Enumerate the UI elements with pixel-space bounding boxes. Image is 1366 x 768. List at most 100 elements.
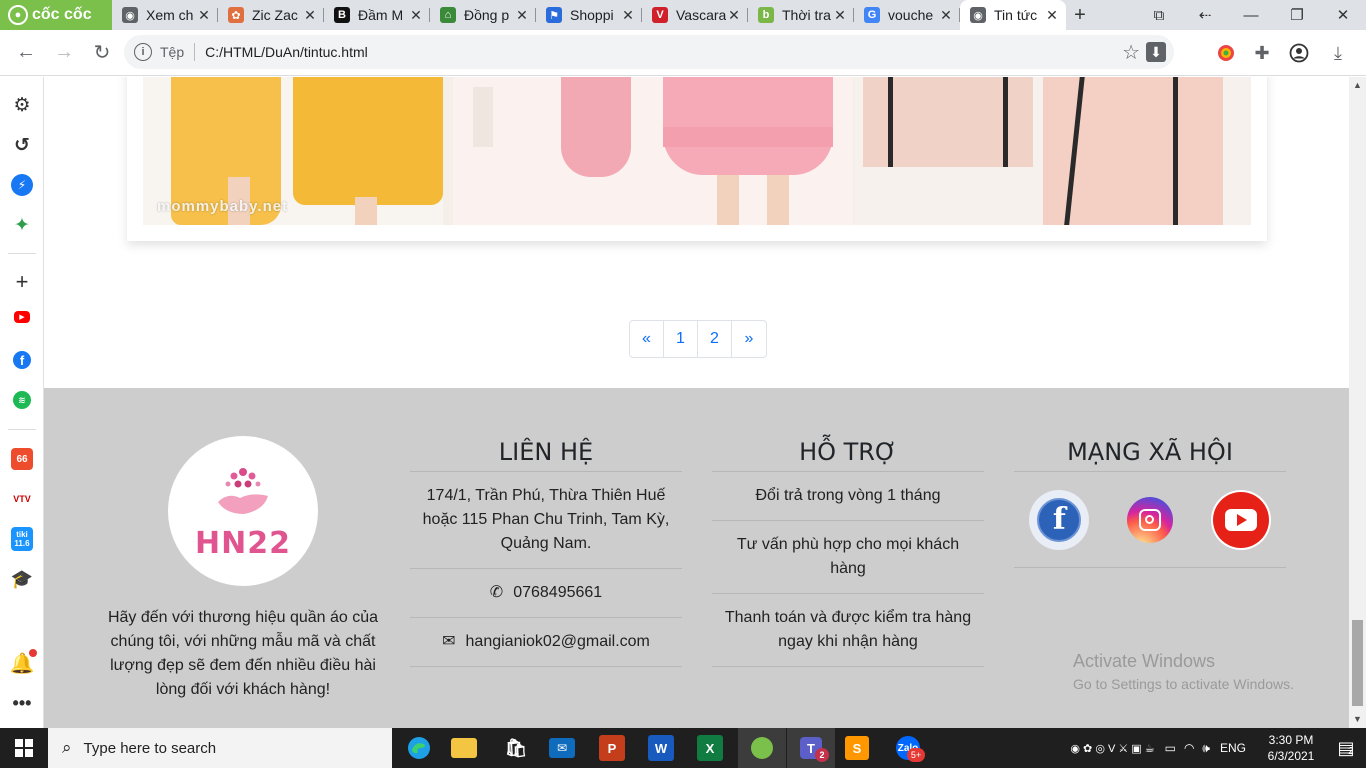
activate-windows-watermark: Activate Windows Go to Settings to activ… (1073, 651, 1294, 692)
tab-close-icon[interactable]: ✕ (832, 7, 848, 24)
pagination-page-2[interactable]: 2 (698, 321, 732, 357)
address-bar[interactable]: i Tệp C:/HTML/DuAn/tintuc.html ☆ ⬇ (124, 35, 1174, 69)
tray-app-icons[interactable]: ◉ ✿ ◎ V ⚔ ▣ ☕ (1070, 742, 1154, 755)
brand-logo[interactable]: HN22 (168, 436, 318, 586)
tiki-icon[interactable]: tiki 11.6 (11, 527, 33, 551)
taskbar-search[interactable]: ⌕ Type here to search (48, 728, 392, 768)
url-text[interactable]: C:/HTML/DuAn/tintuc.html (205, 44, 368, 60)
tab-close-icon[interactable]: ✕ (408, 7, 424, 24)
messenger-icon[interactable]: ⚡ (11, 174, 33, 196)
vtv-icon[interactable]: VTV (11, 488, 33, 510)
coccoc-taskbar-button[interactable] (738, 728, 786, 768)
more-icon[interactable]: ••• (11, 692, 33, 714)
add-icon[interactable]: + (11, 269, 33, 294)
pink-dress-big (663, 77, 833, 175)
edge-icon[interactable] (403, 732, 435, 764)
clock-time: 3:30 PM (1268, 733, 1314, 747)
wifi-icon[interactable]: ◠ (1184, 741, 1194, 755)
history-icon[interactable]: ↺ (11, 134, 33, 156)
game-icon[interactable]: ✦ (11, 214, 33, 236)
clock[interactable]: 3:30 PM 6/3/2021 (1256, 732, 1326, 764)
logo-text: HN22 (195, 525, 291, 561)
browser-tab[interactable]: ◉ Tin tức ✕ (960, 0, 1066, 30)
tab-close-icon[interactable]: ✕ (302, 7, 318, 24)
facebook-icon[interactable]: f (1029, 489, 1090, 550)
shopee-icon[interactable]: 66 (11, 448, 33, 470)
spotify-icon[interactable]: ≋ (13, 391, 31, 409)
page-scrollbar[interactable]: ▲ ▼ (1349, 77, 1366, 728)
tab-close-icon[interactable]: ✕ (514, 7, 530, 24)
downloads-icon[interactable]: ⤓ (1326, 41, 1350, 65)
tab-close-icon[interactable]: ✕ (620, 7, 636, 24)
tiki-sub-label: 11.6 (14, 539, 30, 548)
browser-tab[interactable]: ⌂ Đồng p ✕ (430, 0, 536, 30)
extensions-puzzle-icon[interactable]: ✚ (1250, 41, 1274, 65)
pagination-next[interactable]: » (732, 321, 766, 357)
maximize-button[interactable]: ❐ (1274, 6, 1320, 24)
file-explorer-icon[interactable] (451, 738, 477, 758)
scroll-down-arrow-icon[interactable]: ▼ (1349, 711, 1366, 728)
profile-icon[interactable] (1287, 41, 1311, 65)
powerpoint-icon[interactable]: P (599, 735, 625, 761)
pagination-prev[interactable]: « (630, 321, 664, 357)
youtube-icon[interactable]: ▶ (14, 311, 30, 323)
back-button[interactable]: ← (8, 35, 44, 71)
contact-email[interactable]: hangianiok02@gmail.com (466, 630, 650, 654)
tab-search-icon[interactable]: ⧉ (1136, 7, 1182, 24)
contact-phone[interactable]: 0768495661 (513, 581, 602, 605)
tab-title: vouche (888, 7, 934, 23)
savior-download-icon[interactable]: ⬇ (1146, 42, 1166, 62)
volume-icon[interactable]: 🕪 (1202, 741, 1210, 756)
support-title: HỖ TRỢ (712, 436, 984, 472)
coccoc-extension-icon[interactable] (1214, 41, 1238, 65)
scroll-thumb[interactable] (1352, 620, 1363, 706)
pagination-page-1[interactable]: 1 (664, 321, 698, 357)
coccoc-brand[interactable]: ● cốc cốc (0, 0, 112, 30)
pink-dress-small (561, 77, 631, 177)
close-window-button[interactable]: ✕ (1320, 6, 1366, 24)
start-button[interactable] (0, 728, 48, 768)
store-icon[interactable]: 🛍 (500, 732, 532, 764)
tab-title: Đồng p (464, 7, 510, 23)
language-indicator[interactable]: ENG (1220, 741, 1246, 755)
new-tab-button[interactable]: + (1066, 0, 1094, 30)
edu-icon[interactable]: 🎓 (11, 568, 33, 590)
scroll-up-arrow-icon[interactable]: ▲ (1349, 77, 1366, 94)
browser-tab[interactable]: b Thời tra ✕ (748, 0, 854, 30)
info-icon[interactable]: i (134, 43, 152, 61)
mail-icon[interactable]: ✉ (549, 738, 575, 758)
excel-icon[interactable]: X (697, 735, 723, 761)
bookmark-star-icon[interactable]: ☆ (1122, 40, 1140, 65)
tab-close-icon[interactable]: ✕ (1044, 7, 1060, 24)
notification-center-button[interactable]: ▤ 2 (1326, 738, 1366, 759)
browser-tab[interactable]: B Đầm M ✕ (324, 0, 430, 30)
teams-taskbar-button[interactable]: T 2 (787, 728, 835, 768)
browser-tab[interactable]: ✿ Zic Zac ✕ (218, 0, 324, 30)
youtube-icon[interactable] (1210, 489, 1271, 550)
browser-tab[interactable]: Gvouche ✕ (854, 0, 960, 30)
sidebar-divider (8, 429, 36, 430)
photo-watermark: mommybaby.net (157, 198, 289, 215)
tab-close-icon[interactable]: ✕ (196, 7, 212, 24)
facebook-icon[interactable]: f (13, 351, 31, 369)
forward-button[interactable]: → (46, 35, 82, 71)
browser-tab[interactable]: ◉ Xem ch ✕ (112, 0, 218, 30)
browser-tab[interactable]: V Vascara ✕ (642, 0, 748, 30)
browser-tab[interactable]: ⚑ Shoppi ✕ (536, 0, 642, 30)
back-tab-icon[interactable]: ⇠ (1182, 6, 1228, 24)
leg (767, 175, 789, 225)
tab-close-icon[interactable]: ✕ (726, 7, 742, 24)
battery-icon[interactable]: ▭ (1165, 741, 1176, 755)
minimize-button[interactable]: — (1228, 7, 1274, 24)
news-card: mommybaby.net (127, 77, 1267, 241)
activate-subtitle: Go to Settings to activate Windows. (1073, 676, 1294, 692)
word-icon[interactable]: W (648, 735, 674, 761)
tab-close-icon[interactable]: ✕ (938, 7, 954, 24)
envelope-icon: ✉ (442, 633, 456, 650)
browser-toolbar: ← → ↻ i Tệp C:/HTML/DuAn/tintuc.html ☆ ⬇… (0, 30, 1366, 76)
support-column: HỖ TRỢ Đổi trả trong vòng 1 tháng Tư vấn… (712, 436, 984, 667)
reload-button[interactable]: ↻ (84, 35, 120, 71)
settings-icon[interactable]: ⚙ (11, 94, 33, 116)
instagram-icon[interactable] (1120, 490, 1180, 550)
sublime-icon[interactable]: S (845, 736, 869, 760)
